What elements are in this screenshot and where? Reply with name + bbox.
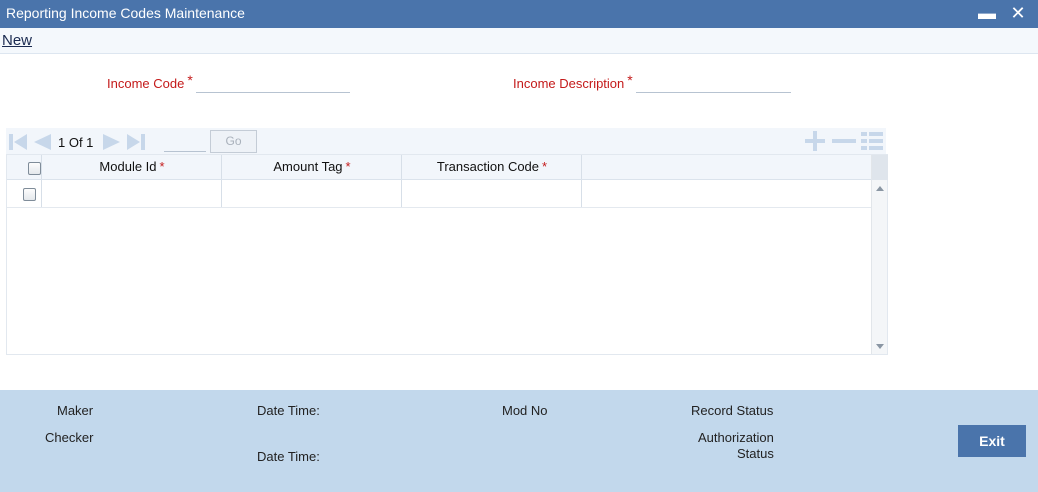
go-button[interactable]: Go bbox=[210, 130, 257, 153]
authorization-status-label-line1: Authorization bbox=[698, 430, 774, 445]
required-mark: * bbox=[187, 72, 193, 88]
income-code-label-text: Income Code bbox=[107, 76, 185, 91]
income-code-label: Income Code * bbox=[107, 72, 193, 91]
required-mark: * bbox=[542, 159, 548, 174]
single-record-view-icon[interactable] bbox=[861, 131, 885, 151]
transaction-code-cell[interactable] bbox=[402, 180, 582, 207]
previous-page-icon[interactable] bbox=[32, 133, 52, 151]
new-link[interactable]: New bbox=[2, 32, 32, 49]
required-mark: * bbox=[159, 159, 165, 174]
amount-tag-cell[interactable] bbox=[222, 180, 402, 207]
checker-date-time-label: Date Time: bbox=[257, 449, 320, 464]
grid-scrollbar[interactable] bbox=[871, 155, 888, 354]
page-number-input[interactable] bbox=[164, 134, 206, 152]
header-module-id: Module Id * bbox=[42, 155, 222, 179]
minimize-icon[interactable]: ▬ bbox=[976, 1, 998, 25]
income-description-input[interactable] bbox=[636, 75, 791, 93]
mod-no-label: Mod No bbox=[502, 403, 548, 418]
required-mark: * bbox=[345, 159, 351, 174]
header-select-cell bbox=[7, 155, 42, 179]
maker-label: Maker bbox=[57, 403, 94, 418]
authorization-status-label-line2: Status bbox=[737, 446, 774, 461]
maker-date-time-label: Date Time: bbox=[257, 403, 320, 418]
income-code-input[interactable] bbox=[196, 75, 350, 93]
last-page-icon[interactable] bbox=[126, 133, 146, 151]
column-header-transaction-code[interactable]: Transaction Code * bbox=[402, 159, 582, 174]
delete-row-icon[interactable] bbox=[832, 131, 856, 151]
window-title: Reporting Income Codes Maintenance bbox=[6, 5, 245, 21]
scroll-down-icon[interactable] bbox=[876, 344, 884, 349]
select-all-checkbox[interactable] bbox=[28, 162, 41, 175]
header-amount-tag: Amount Tag * bbox=[222, 155, 402, 179]
column-header-amount-tag[interactable]: Amount Tag * bbox=[222, 159, 402, 174]
income-description-label-text: Income Description bbox=[513, 76, 625, 91]
row-select-cell bbox=[7, 180, 42, 207]
record-status-label: Record Status bbox=[691, 403, 774, 418]
column-label: Module Id bbox=[99, 159, 157, 174]
first-page-icon[interactable] bbox=[8, 133, 28, 151]
close-icon[interactable]: ✕ bbox=[1007, 1, 1029, 25]
scrollbar-header bbox=[872, 155, 888, 180]
page-indicator: 1 Of 1 bbox=[58, 135, 94, 150]
column-header-module-id[interactable]: Module Id * bbox=[42, 159, 222, 174]
column-label: Transaction Code bbox=[436, 159, 540, 174]
required-mark: * bbox=[627, 72, 633, 88]
exit-button[interactable]: Exit bbox=[958, 425, 1026, 457]
row-checkbox[interactable] bbox=[23, 188, 36, 201]
menu-bar: New bbox=[0, 28, 1038, 54]
next-page-icon[interactable] bbox=[102, 133, 122, 151]
audit-footer: Maker Checker Date Time: Date Time: Mod … bbox=[0, 390, 1038, 492]
column-label: Amount Tag bbox=[273, 159, 343, 174]
checker-label: Checker bbox=[45, 430, 94, 445]
grid-header: Module Id * Amount Tag * Transaction Code * bbox=[7, 155, 871, 180]
income-description-label: Income Description * bbox=[513, 72, 633, 91]
grid-toolbar: 1 Of 1 Go bbox=[6, 128, 886, 154]
table-row[interactable] bbox=[7, 180, 871, 208]
income-codes-grid: Module Id * Amount Tag * Transaction Code * bbox=[6, 154, 888, 355]
scroll-up-icon[interactable] bbox=[876, 186, 884, 191]
header-transaction-code: Transaction Code * bbox=[402, 155, 582, 179]
add-row-icon[interactable] bbox=[803, 131, 827, 151]
title-bar: Reporting Income Codes Maintenance ▬ ✕ bbox=[0, 0, 1038, 28]
module-id-cell[interactable] bbox=[42, 180, 222, 207]
